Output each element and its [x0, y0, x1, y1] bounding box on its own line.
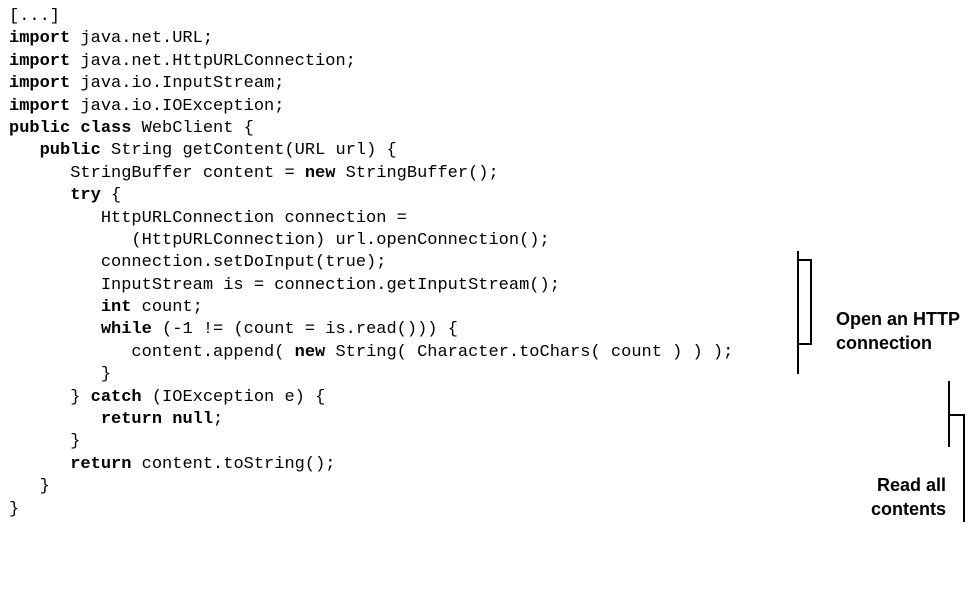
code-keyword: return null: [100, 410, 214, 430]
code-text: StringBuffer();: [335, 163, 499, 183]
code-text: content.append(: [9, 342, 295, 362]
code-line: content.append( new String( Character.to…: [9, 342, 733, 364]
annotation-open-connection: Open an HTTP connection: [836, 307, 960, 355]
bracket-open-connection-top-tick: [799, 259, 812, 261]
code-text: ;: [213, 410, 224, 430]
code-text: content.toString();: [131, 454, 336, 474]
code-text: (HttpURLConnection) url.openConnection()…: [9, 230, 550, 250]
code-line: connection.setDoInput(true);: [9, 252, 733, 274]
code-line: while (-1 != (count = is.read())) {: [9, 319, 733, 341]
code-line: public class WebClient {: [9, 118, 733, 140]
code-line: public String getContent(URL url) {: [9, 140, 733, 162]
annotation-read-contents-line-2: contents: [870, 499, 946, 519]
code-text: WebClient {: [131, 118, 254, 138]
code-line: }: [9, 499, 733, 521]
code-text: String( Character.toChars( count ) ) );: [325, 342, 734, 362]
code-line: InputStream is = connection.getInputStre…: [9, 275, 733, 297]
code-line: (HttpURLConnection) url.openConnection()…: [9, 230, 733, 252]
code-listing: [...] import java.net.URL; import java.net…: [9, 6, 733, 521]
code-line: import java.io.InputStream;: [9, 73, 733, 95]
code-keyword: try: [70, 186, 101, 206]
code-line: return null;: [9, 409, 733, 431]
code-line: import java.net.HttpURLConnection;: [9, 51, 733, 73]
bracket-read-contents-tick: [950, 414, 964, 416]
bracket-open-connection-spine: [797, 251, 799, 374]
code-keyword: int: [100, 298, 132, 318]
code-text: HttpURLConnection connection =: [9, 208, 407, 228]
code-text: java.net.HttpURLConnection;: [70, 51, 356, 71]
code-keyword: catch: [90, 387, 142, 407]
code-keyword: return: [70, 454, 132, 474]
code-line: }: [9, 364, 733, 386]
code-keyword: new: [294, 342, 326, 362]
code-line: }: [9, 431, 733, 453]
code-text: count;: [131, 298, 203, 318]
code-text: }: [9, 432, 81, 452]
code-line: return content.toString();: [9, 454, 733, 476]
code-line: [...]: [9, 6, 733, 28]
code-line: import java.io.IOException;: [9, 96, 733, 118]
code-line: import java.net.URL;: [9, 28, 733, 50]
annotation-open-connection-line-1: Open an HTTP: [836, 309, 961, 329]
code-text: String getContent(URL url) {: [100, 141, 397, 161]
code-keyword: public class: [9, 118, 132, 138]
code-keyword: import: [9, 51, 71, 71]
code-text: {: [100, 186, 122, 206]
code-line: HttpURLConnection connection =: [9, 208, 733, 230]
bracket-open-connection-bottom-tick: [799, 343, 812, 345]
code-line: StringBuffer content = new StringBuffer(…: [9, 163, 733, 185]
code-text: java.net.URL;: [70, 29, 214, 49]
code-text: InputStream is = connection.getInputStre…: [9, 275, 560, 295]
code-text: StringBuffer content =: [9, 163, 305, 183]
code-text: connection.setDoInput(true);: [9, 253, 387, 273]
code-text: [...]: [9, 7, 61, 26]
bracket-read-contents-right: [963, 414, 965, 522]
code-text: java.io.InputStream;: [70, 74, 285, 94]
code-text: }: [9, 499, 20, 519]
code-text: (-1 != (count = is.read())) {: [151, 320, 458, 340]
code-line: int count;: [9, 297, 733, 319]
annotation-read-contents: Read all contents: [834, 473, 946, 521]
code-keyword: public: [39, 141, 101, 161]
code-line: } catch (IOException e) {: [9, 387, 733, 409]
code-text: }: [9, 387, 91, 407]
code-keyword: import: [9, 96, 71, 116]
code-keyword: import: [9, 29, 71, 49]
code-keyword: new: [304, 163, 336, 183]
code-text: }: [9, 365, 112, 385]
annotation-open-connection-line-2: connection: [836, 333, 933, 353]
bracket-open-connection-inner: [810, 259, 812, 345]
code-keyword: import: [9, 74, 71, 94]
code-keyword: while: [100, 320, 152, 340]
code-line: }: [9, 476, 733, 498]
code-line: try {: [9, 185, 733, 207]
code-text: (IOException e) {: [141, 387, 326, 407]
annotation-read-contents-line-1: Read all: [876, 475, 946, 495]
code-text: java.io.IOException;: [70, 96, 285, 116]
code-text: }: [9, 477, 50, 497]
